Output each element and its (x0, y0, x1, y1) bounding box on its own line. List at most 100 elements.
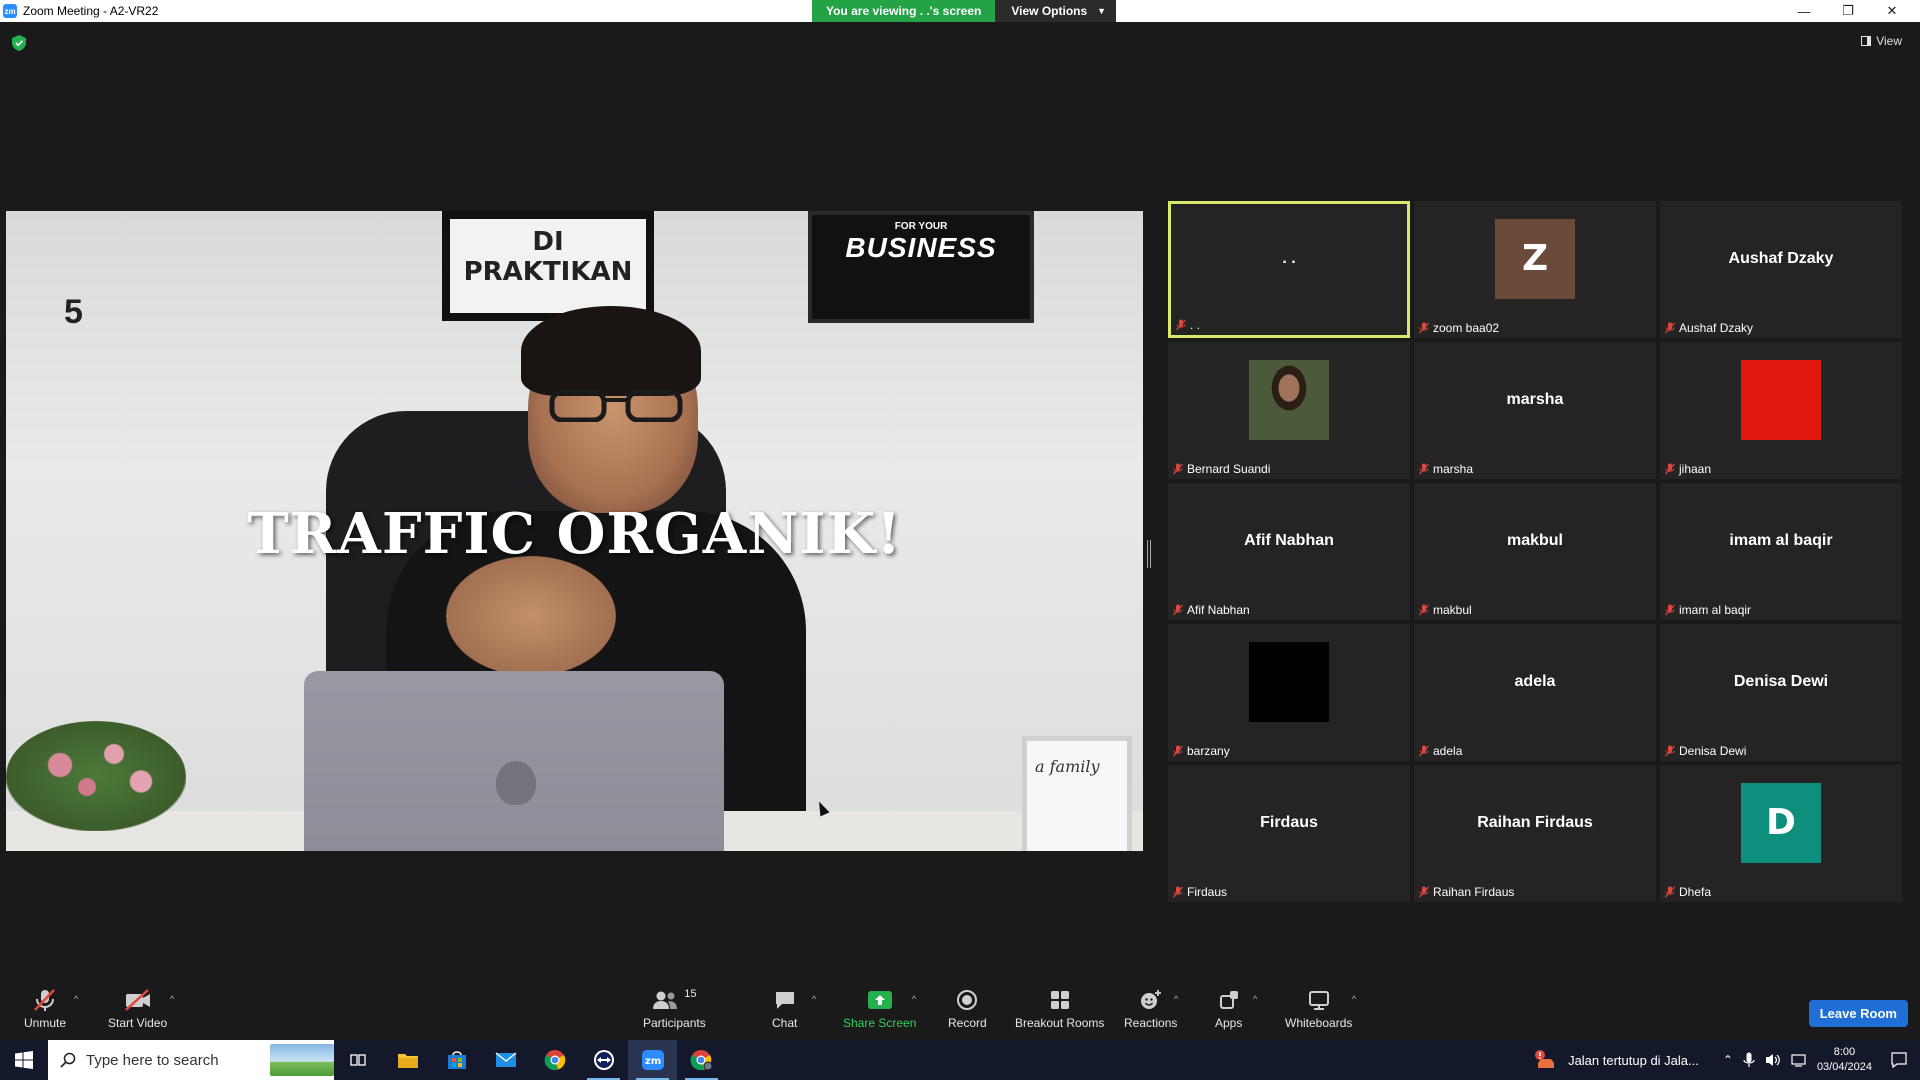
start-video-button[interactable]: Start Video (108, 988, 167, 1030)
taskbar-mail[interactable] (481, 1040, 530, 1080)
taskbar-clock[interactable]: 8:00 03/04/2024 (1817, 1045, 1872, 1075)
participant-tile[interactable]: barzany (1168, 624, 1410, 761)
layout-grid-icon (1861, 36, 1872, 46)
task-view-button[interactable] (334, 1040, 383, 1080)
network-icon[interactable] (1791, 1052, 1807, 1068)
mail-icon (495, 1052, 516, 1067)
taskbar-zoom[interactable]: zm (628, 1040, 677, 1080)
chrome-icon (544, 1050, 565, 1071)
presenter-hair (521, 306, 701, 396)
avatar: D (1741, 782, 1821, 863)
shared-screen[interactable]: 5 DI PRAKTIKAN FOR YOUR BUSINESS a famil… (6, 211, 1143, 851)
taskbar-file-explorer[interactable] (383, 1040, 432, 1080)
reactions-button[interactable]: Reactions (1124, 988, 1177, 1030)
participant-gallery: . .. . Zzoom baa02 Aushaf Dzaky Aushaf Dzak… (1168, 201, 1902, 902)
participant-avatar-area: D (1660, 765, 1902, 880)
taskbar-search-box[interactable]: Type here to search (48, 1040, 334, 1080)
panel-splitter-handle[interactable] (1147, 540, 1151, 568)
taskbar-chrome-profile[interactable] (677, 1040, 726, 1080)
chat-button[interactable]: Chat (772, 988, 797, 1030)
participant-tile[interactable]: Aushaf Dzaky Aushaf Dzaky (1660, 201, 1902, 338)
participant-name: jihaan (1679, 462, 1712, 476)
mic-muted-icon (1665, 463, 1675, 475)
participant-tile[interactable]: adela adela (1414, 624, 1656, 761)
chevron-down-icon: ▼ (1097, 6, 1107, 16)
chat-options-caret[interactable]: ^ (812, 994, 816, 1004)
taskbar-chrome[interactable] (530, 1040, 579, 1080)
speaker-icon[interactable] (1765, 1052, 1781, 1068)
participant-tile[interactable]: . . . . (1168, 201, 1410, 338)
reactions-options-caret[interactable]: ^ (1174, 994, 1178, 1004)
participant-tile[interactable]: Bernard Suandi (1168, 342, 1410, 479)
taskbar-teamviewer[interactable] (579, 1040, 628, 1080)
participant-name: Aushaf Dzaky (1679, 321, 1754, 335)
restore-icon: ❐ (1842, 3, 1854, 18)
system-tray: Jalan tertutup di Jala... ⌃ 8:00 03/04/2… (1534, 1040, 1920, 1080)
audio-options-caret[interactable]: ^ (74, 994, 78, 1004)
minimize-button[interactable]: — (1782, 0, 1826, 22)
chevron-up-icon[interactable]: ⌃ (1723, 1053, 1733, 1067)
leave-room-button[interactable]: Leave Room (1808, 1000, 1908, 1027)
record-button[interactable]: Record (948, 988, 987, 1030)
view-options-button[interactable]: View Options ▼ (995, 0, 1117, 22)
participant-tile[interactable]: makbul makbul (1414, 483, 1656, 620)
participant-tile[interactable]: imam al baqir imam al baqir (1660, 483, 1902, 620)
window-titlebar: zm Zoom Meeting - A2-VR22 You are viewin… (0, 0, 1920, 22)
chat-icon (775, 992, 794, 1009)
participant-tile[interactable]: Firdaus Firdaus (1168, 765, 1410, 902)
record-label: Record (948, 1016, 987, 1030)
meeting-stage: View 5 DI PRAKTIKAN FOR YOUR BUSINESS a … (0, 22, 1920, 978)
participant-tile[interactable]: Zzoom baa02 (1414, 201, 1656, 338)
share-options-caret[interactable]: ^ (912, 994, 916, 1004)
participants-button[interactable]: 15 Participants (643, 988, 706, 1030)
close-window-button[interactable]: ✕ (1870, 0, 1914, 22)
restore-button[interactable]: ❐ (1826, 0, 1870, 22)
share-screen-button[interactable]: Share Screen (843, 988, 916, 1030)
clock-date: 03/04/2024 (1816, 1061, 1872, 1073)
participant-avatar-area (1168, 624, 1410, 739)
view-layout-button[interactable]: View (1861, 34, 1902, 48)
whiteboards-button[interactable]: Whiteboards (1285, 988, 1352, 1030)
participant-tile[interactable]: Denisa Dewi Denisa Dewi (1660, 624, 1902, 761)
task-view-icon (349, 1054, 366, 1066)
share-screen-label: Share Screen (843, 1016, 917, 1030)
whiteboards-label: Whiteboards (1285, 1016, 1353, 1030)
mic-muted-icon (1173, 463, 1183, 475)
windows-start-button[interactable] (0, 1040, 48, 1080)
video-options-caret[interactable]: ^ (170, 994, 174, 1004)
participant-display-name: marsha (1506, 390, 1564, 408)
video-off-icon (124, 989, 150, 1011)
action-center-icon[interactable] (1890, 1051, 1908, 1069)
mic-muted-icon (1665, 745, 1675, 757)
participant-nameplate: Bernard Suandi (1173, 462, 1270, 476)
shield-icon[interactable] (12, 35, 26, 51)
breakout-rooms-button[interactable]: Breakout Rooms (1015, 988, 1104, 1030)
apps-label: Apps (1215, 1016, 1243, 1030)
apps-options-caret[interactable]: ^ (1253, 994, 1257, 1004)
unmute-label: Unmute (24, 1016, 67, 1030)
zoom-icon: zm (641, 1050, 664, 1070)
unmute-button[interactable]: Unmute (24, 988, 66, 1030)
microphone-icon[interactable] (1743, 1052, 1755, 1068)
mic-muted-icon (1665, 322, 1675, 334)
zoom-app-icon: zm (3, 4, 17, 18)
participant-tile[interactable]: jihaan (1660, 342, 1902, 479)
store-icon (447, 1051, 466, 1069)
participant-tile[interactable]: marsha marsha (1414, 342, 1656, 479)
chrome-profile-icon (690, 1050, 712, 1071)
participant-tile[interactable]: D Dhefa (1660, 765, 1902, 902)
notification-text[interactable]: Jalan tertutup di Jala... (1568, 1053, 1699, 1068)
apps-button[interactable]: Apps (1215, 988, 1242, 1030)
whiteboards-options-caret[interactable]: ^ (1352, 994, 1356, 1004)
participant-tile[interactable]: Afif Nabhan Afif Nabhan (1168, 483, 1410, 620)
mic-muted-icon (1173, 886, 1183, 898)
participant-avatar-area: Z (1414, 201, 1656, 316)
participant-tile[interactable]: Raihan Firdaus Raihan Firdaus (1414, 765, 1656, 902)
taskbar-store[interactable] (432, 1040, 481, 1080)
reactions-label: Reactions (1124, 1016, 1178, 1030)
traffic-alert-icon[interactable] (1534, 1049, 1558, 1071)
participant-nameplate: adela (1419, 744, 1462, 758)
mic-muted-icon (1419, 463, 1429, 475)
windows-logo-icon (15, 1051, 33, 1069)
search-placeholder: Type here to search (86, 1051, 219, 1069)
